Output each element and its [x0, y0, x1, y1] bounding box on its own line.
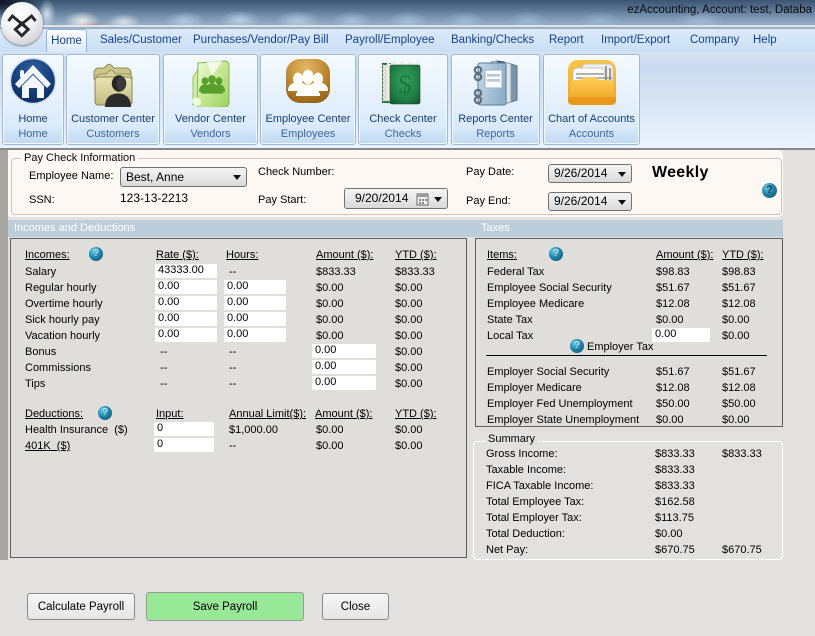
svg-text:$: $: [399, 70, 412, 99]
